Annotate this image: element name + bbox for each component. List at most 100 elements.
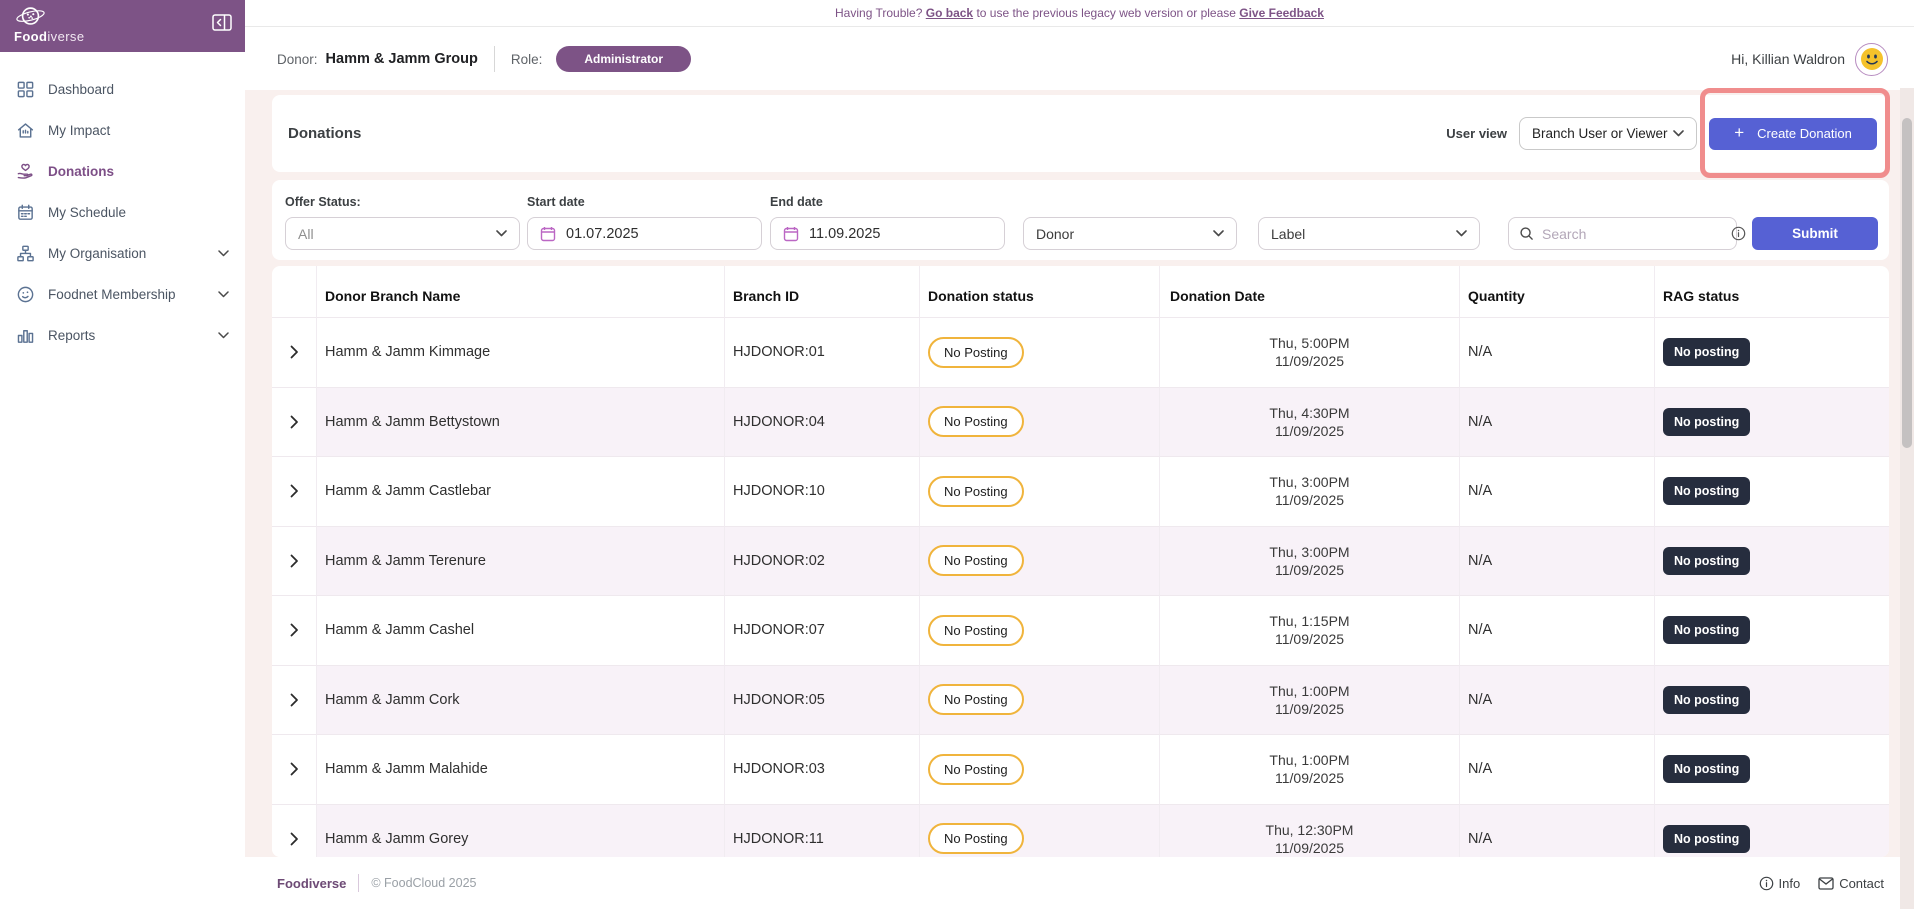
row-expander[interactable]: [272, 805, 317, 858]
label-select[interactable]: Label: [1258, 217, 1480, 250]
sidebar-item-my-impact[interactable]: My Impact: [0, 110, 245, 151]
donation-time: Thu, 3:00PM: [1269, 543, 1349, 561]
search-field: [1508, 217, 1737, 250]
donation-date: 11/09/2025: [1275, 769, 1344, 787]
quantity: N/A: [1460, 735, 1655, 805]
branch-id: HJDONOR:01: [725, 318, 920, 388]
sidebar: Foodiverse Dashboard My Impact Donations…: [0, 0, 245, 909]
donor-branch-name: Hamm & Jamm Gorey: [317, 805, 725, 858]
rag-status-cell: No posting: [1655, 735, 1889, 805]
footer-copyright: © FoodCloud 2025: [371, 876, 476, 890]
donation-date-cell: Thu, 1:00PM11/09/2025: [1160, 735, 1460, 805]
start-date-value: 01.07.2025: [566, 226, 639, 242]
search-input[interactable]: [1542, 226, 1723, 242]
table-row[interactable]: Hamm & Jamm Bettystown HJDONOR:04 No Pos…: [272, 388, 1889, 458]
end-date-label: End date: [770, 195, 823, 209]
user-view-select[interactable]: Branch User or Viewer: [1519, 117, 1697, 150]
quantity: N/A: [1460, 457, 1655, 527]
go-back-link[interactable]: Go back: [926, 6, 973, 20]
donation-status-pill: No Posting: [928, 337, 1024, 368]
rag-status-badge: No posting: [1663, 616, 1750, 644]
sidebar-header: Foodiverse: [0, 0, 245, 52]
donation-status-pill: No Posting: [928, 406, 1024, 437]
sidebar-item-reports[interactable]: Reports: [0, 315, 245, 356]
contact-link[interactable]: Contact: [1818, 876, 1884, 891]
calendar-icon: [540, 226, 556, 242]
rag-status-badge: No posting: [1663, 408, 1750, 436]
donor-branch-name: Hamm & Jamm Bettystown: [317, 388, 725, 458]
chevron-right-icon: [290, 693, 299, 707]
donation-date-cell: Thu, 1:15PM11/09/2025: [1160, 596, 1460, 666]
offer-status-select[interactable]: All: [285, 217, 520, 250]
info-icon[interactable]: [1731, 226, 1746, 241]
submit-button[interactable]: Submit: [1752, 217, 1878, 250]
row-expander[interactable]: [272, 735, 317, 805]
info-icon: [1759, 876, 1774, 891]
table-row[interactable]: Hamm & Jamm Gorey HJDONOR:11 No Posting …: [272, 805, 1889, 858]
row-expander[interactable]: [272, 527, 317, 597]
quantity: N/A: [1460, 596, 1655, 666]
start-date-label: Start date: [527, 195, 585, 209]
sidebar-item-foodnet-membership[interactable]: Foodnet Membership: [0, 274, 245, 315]
sidebar-item-my-organisation[interactable]: My Organisation: [0, 233, 245, 274]
donor-branch-name: Hamm & Jamm Cashel: [317, 596, 725, 666]
end-date-input[interactable]: 11.09.2025: [770, 217, 1005, 250]
branch-id: HJDONOR:02: [725, 527, 920, 597]
donation-time: Thu, 3:00PM: [1269, 473, 1349, 491]
start-date-input[interactable]: 01.07.2025: [527, 217, 762, 250]
branch-id: HJDONOR:03: [725, 735, 920, 805]
donation-date: 11/09/2025: [1275, 352, 1344, 370]
row-expander[interactable]: [272, 318, 317, 388]
sidebar-item-my-schedule[interactable]: My Schedule: [0, 192, 245, 233]
donor-name: Hamm & Jamm Group: [326, 51, 478, 67]
donation-date: 11/09/2025: [1275, 839, 1344, 857]
rag-status-badge: No posting: [1663, 825, 1750, 853]
table-row[interactable]: Hamm & Jamm Malahide HJDONOR:03 No Posti…: [272, 735, 1889, 805]
donor-select[interactable]: Donor: [1023, 217, 1237, 250]
row-expander[interactable]: [272, 596, 317, 666]
donation-status-cell: No Posting: [920, 318, 1160, 388]
chevron-right-icon: [290, 484, 299, 498]
donation-status-pill: No Posting: [928, 823, 1024, 854]
create-donation-button[interactable]: + Create Donation: [1709, 118, 1877, 150]
rag-status-cell: No posting: [1655, 805, 1889, 858]
donor-branch-name: Hamm & Jamm Cork: [317, 666, 725, 736]
page-title: Donations: [288, 125, 361, 142]
sidebar-item-label: My Impact: [48, 123, 110, 138]
table-row[interactable]: Hamm & Jamm Cashel HJDONOR:07 No Posting…: [272, 596, 1889, 666]
donation-status-pill: No Posting: [928, 684, 1024, 715]
sidebar-item-donations[interactable]: Donations: [0, 151, 245, 192]
rag-status-badge: No posting: [1663, 477, 1750, 505]
scrollbar-track[interactable]: [1900, 88, 1914, 909]
foodnet-membership-icon: [15, 285, 35, 305]
table-row[interactable]: Hamm & Jamm Terenure HJDONOR:02 No Posti…: [272, 527, 1889, 597]
rag-status-cell: No posting: [1655, 666, 1889, 736]
donation-time: Thu, 1:15PM: [1269, 612, 1349, 630]
sidebar-item-label: My Organisation: [48, 246, 146, 261]
row-expander[interactable]: [272, 666, 317, 736]
donation-date: 11/09/2025: [1275, 630, 1344, 648]
row-expander[interactable]: [272, 388, 317, 458]
sidebar-item-dashboard[interactable]: Dashboard: [0, 69, 245, 110]
avatar[interactable]: [1855, 43, 1888, 76]
donation-date-cell: Thu, 4:30PM11/09/2025: [1160, 388, 1460, 458]
donation-date-cell: Thu, 12:30PM11/09/2025: [1160, 805, 1460, 858]
donation-status-cell: No Posting: [920, 735, 1160, 805]
role-badge: Administrator: [556, 46, 691, 72]
scrollbar-thumb[interactable]: [1902, 118, 1912, 448]
column-header-donor-branch-name: Donor Branch Name: [317, 266, 725, 318]
table-row[interactable]: Hamm & Jamm Castlebar HJDONOR:10 No Post…: [272, 457, 1889, 527]
table-row[interactable]: Hamm & Jamm Cork HJDONOR:05 No Posting T…: [272, 666, 1889, 736]
collapse-sidebar-icon[interactable]: [212, 14, 232, 31]
sidebar-item-label: Dashboard: [48, 82, 114, 97]
donations-panel-header: Donations User view Branch User or Viewe…: [272, 95, 1889, 172]
rag-status-badge: No posting: [1663, 338, 1750, 366]
row-expander[interactable]: [272, 457, 317, 527]
table-row[interactable]: Hamm & Jamm Kimmage HJDONOR:01 No Postin…: [272, 318, 1889, 388]
branch-id: HJDONOR:05: [725, 666, 920, 736]
donation-date-cell: Thu, 3:00PM11/09/2025: [1160, 457, 1460, 527]
info-link[interactable]: Info: [1759, 876, 1801, 891]
legacy-banner: Having Trouble? Go back to use the previ…: [245, 0, 1914, 27]
role-label: Role:: [511, 52, 543, 67]
give-feedback-link[interactable]: Give Feedback: [1239, 6, 1324, 20]
